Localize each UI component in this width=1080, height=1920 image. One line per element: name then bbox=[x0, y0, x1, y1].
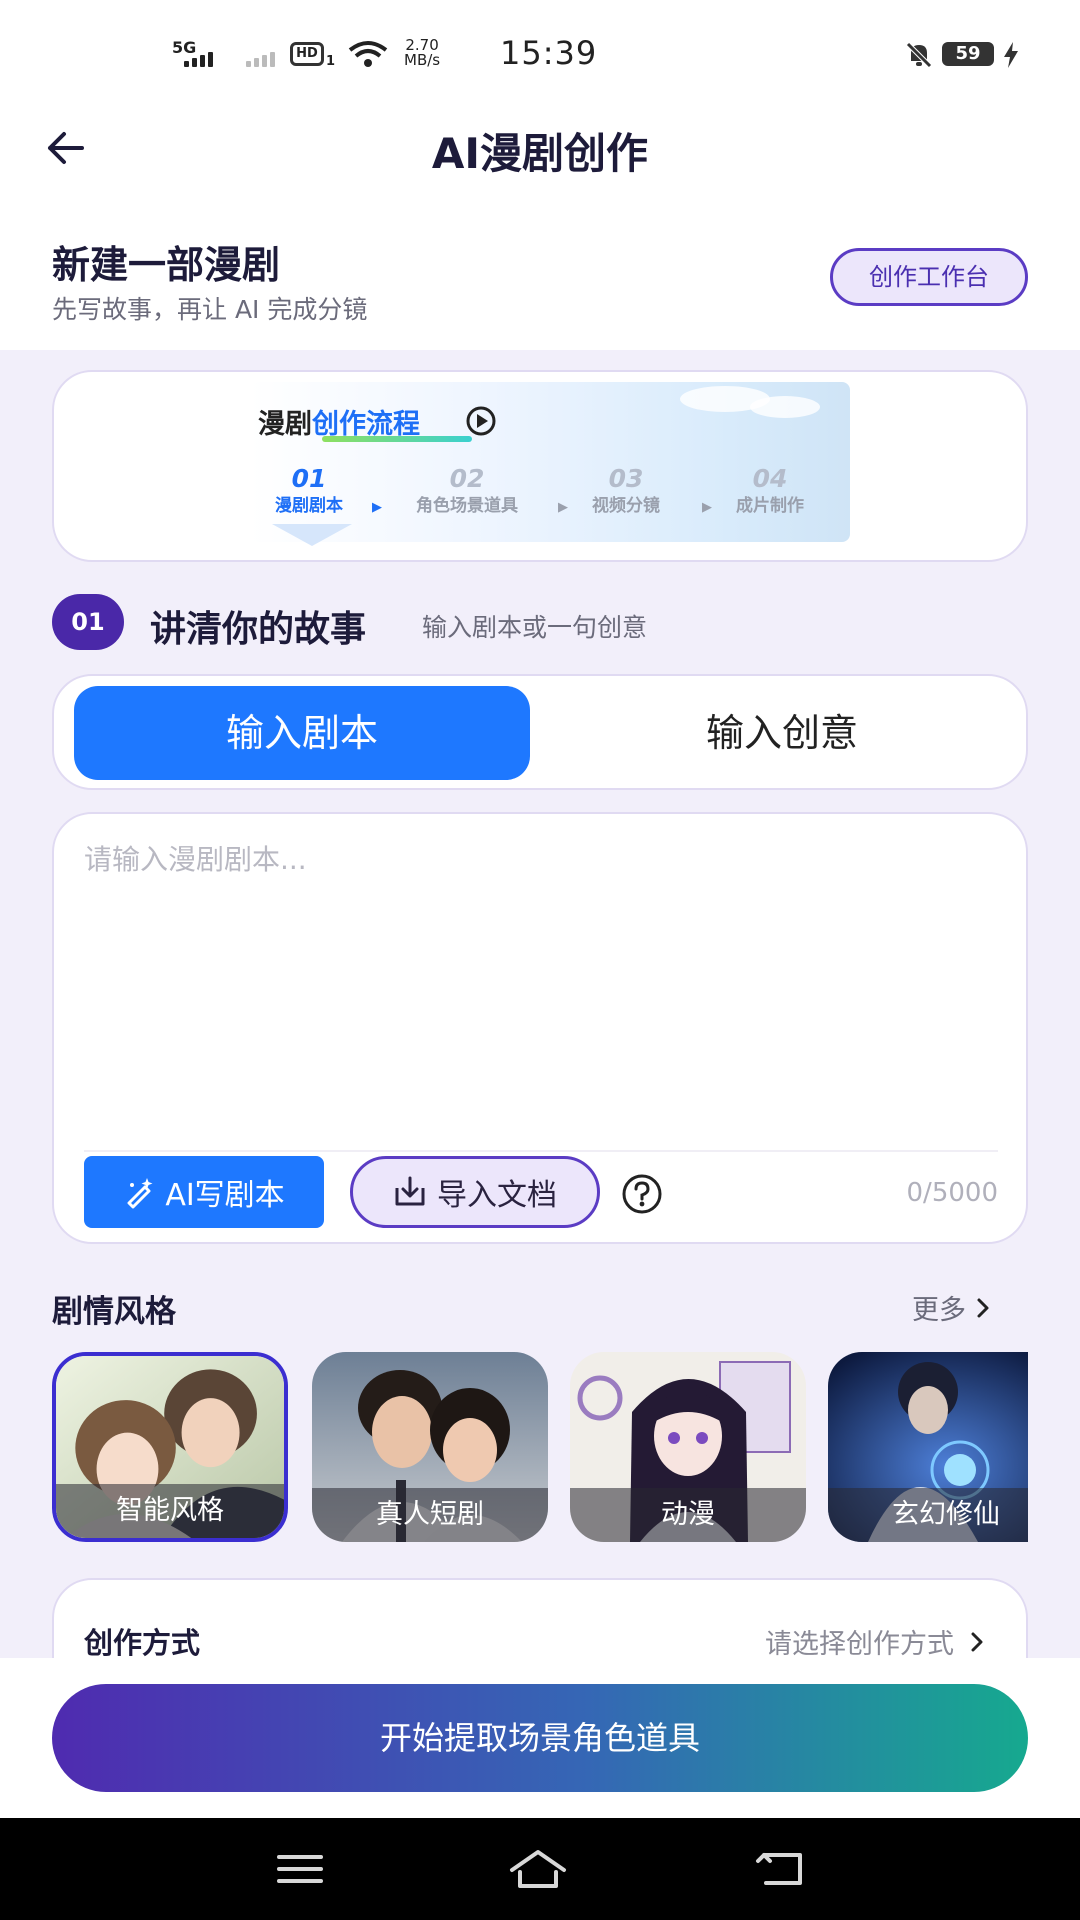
step-label: 漫剧剧本 bbox=[275, 496, 343, 516]
style-card-anime[interactable]: 动漫 bbox=[570, 1352, 806, 1542]
step-number: 04 bbox=[752, 464, 788, 493]
back-nav-button[interactable] bbox=[750, 1846, 810, 1892]
tab-input-idea[interactable]: 输入创意 bbox=[554, 686, 1010, 780]
style-section-title: 剧情风格 bbox=[52, 1294, 176, 1330]
download-icon bbox=[395, 1176, 425, 1206]
app-screen: 5G HD 1 2.70 MB/s 15:39 59 AI漫剧创作 新建一部漫剧… bbox=[0, 0, 1080, 1920]
back-nav-icon bbox=[756, 1853, 802, 1885]
step-label: 角色场景道具 bbox=[416, 496, 518, 516]
story-section-hint: 输入剧本或一句创意 bbox=[422, 613, 648, 642]
creation-flow-card[interactable]: 漫剧创作流程 01 漫剧剧本 ▶ 02 角色场景道具 ▶ 03 视频分镜 ▶ 0… bbox=[52, 370, 1028, 562]
step-arrow-icon: ▶ bbox=[702, 500, 712, 515]
style-card-smart[interactable]: 智能风格 bbox=[52, 1352, 288, 1542]
script-editor-card: AI写剧本 导入文档 0/5000 bbox=[52, 812, 1028, 1244]
input-mode-toggle: 输入剧本 输入创意 bbox=[52, 674, 1028, 790]
magic-pen-icon bbox=[127, 1178, 153, 1209]
home-icon bbox=[510, 1850, 566, 1888]
flow-title-part1: 漫剧 bbox=[258, 409, 312, 440]
step-label: 成片制作 bbox=[736, 496, 804, 516]
header: AI漫剧创作 新建一部漫剧 先写故事，再让 AI 完成分镜 创作工作台 bbox=[0, 100, 1080, 350]
story-section-title: 讲清你的故事 bbox=[150, 609, 367, 650]
bell-muted-icon bbox=[906, 42, 932, 68]
flow-title-underline bbox=[322, 436, 472, 442]
script-input[interactable] bbox=[84, 838, 998, 1128]
speed-unit: MB/s bbox=[404, 51, 441, 69]
wifi-icon bbox=[348, 41, 388, 67]
help-icon[interactable] bbox=[620, 1172, 664, 1216]
hd-sub: 1 bbox=[326, 54, 336, 69]
step-label: 视频分镜 bbox=[592, 496, 660, 516]
charging-icon bbox=[1004, 42, 1018, 68]
signal-bars-sim2-icon bbox=[246, 52, 275, 67]
more-label: 更多 bbox=[912, 1295, 966, 1326]
menu-nav-button[interactable] bbox=[270, 1846, 330, 1892]
signal-bars-icon bbox=[184, 52, 213, 67]
style-label: 真人短剧 bbox=[312, 1488, 548, 1542]
import-label: 导入文档 bbox=[437, 1178, 557, 1213]
creation-mode-label: 创作方式 bbox=[84, 1626, 201, 1660]
ai-write-label: AI写剧本 bbox=[165, 1178, 285, 1213]
bottom-action-bar: 开始提取场景角色道具 bbox=[0, 1658, 1080, 1818]
step-number: 01 bbox=[291, 464, 327, 493]
workbench-button[interactable]: 创作工作台 bbox=[830, 248, 1028, 306]
divider bbox=[84, 1150, 998, 1152]
section-heading: 新建一部漫剧 bbox=[52, 243, 281, 287]
import-document-button[interactable]: 导入文档 bbox=[350, 1156, 600, 1228]
menu-icon bbox=[277, 1855, 323, 1883]
creation-mode-placeholder: 请选择创作方式 bbox=[765, 1629, 954, 1660]
flow-step-4: 04 成片制作 bbox=[724, 464, 816, 516]
step-number: 03 bbox=[608, 464, 644, 493]
creation-mode-value: 请选择创作方式 bbox=[765, 1622, 986, 1661]
status-bar: 5G HD 1 2.70 MB/s 15:39 59 bbox=[0, 0, 1080, 100]
flow-step-2: 02 角色场景道具 bbox=[398, 464, 536, 516]
home-nav-button[interactable] bbox=[508, 1846, 568, 1892]
hd-icon: HD bbox=[290, 42, 324, 66]
style-label: 玄幻修仙 bbox=[828, 1488, 1028, 1542]
flow-step-3: 03 视频分镜 bbox=[580, 464, 672, 516]
step-arrow-icon: ▶ bbox=[558, 500, 568, 515]
tab-input-script[interactable]: 输入剧本 bbox=[74, 686, 530, 780]
active-step-pointer bbox=[272, 524, 352, 546]
style-label: 动漫 bbox=[570, 1488, 806, 1542]
style-label: 智能风格 bbox=[56, 1484, 284, 1538]
chevron-right-icon bbox=[971, 1632, 983, 1651]
system-nav-bar bbox=[0, 1818, 1080, 1920]
clock: 15:39 bbox=[500, 34, 598, 72]
step-arrow-icon: ▶ bbox=[372, 500, 382, 515]
page-title: AI漫剧创作 bbox=[431, 129, 649, 178]
flow-step-1: 01 漫剧剧本 bbox=[256, 464, 362, 516]
style-carousel[interactable]: 智能风格 真人短剧 动漫 玄幻修仙 bbox=[52, 1352, 1028, 1542]
char-counter: 0/5000 bbox=[906, 1178, 998, 1208]
battery-icon: 59 bbox=[942, 42, 994, 66]
chevron-right-icon bbox=[977, 1298, 989, 1317]
style-card-live-action[interactable]: 真人短剧 bbox=[312, 1352, 548, 1542]
step-number: 02 bbox=[449, 464, 485, 493]
ai-write-script-button[interactable]: AI写剧本 bbox=[84, 1156, 324, 1228]
style-card-xianxia[interactable]: 玄幻修仙 bbox=[828, 1352, 1028, 1542]
network-speed: 2.70 MB/s bbox=[404, 38, 440, 68]
step-badge: 01 bbox=[52, 594, 124, 650]
more-styles-link[interactable]: 更多 bbox=[912, 1288, 992, 1327]
start-extraction-button[interactable]: 开始提取场景角色道具 bbox=[52, 1684, 1028, 1792]
section-description: 先写故事，再让 AI 完成分镜 bbox=[52, 295, 368, 324]
play-icon[interactable] bbox=[464, 404, 498, 438]
